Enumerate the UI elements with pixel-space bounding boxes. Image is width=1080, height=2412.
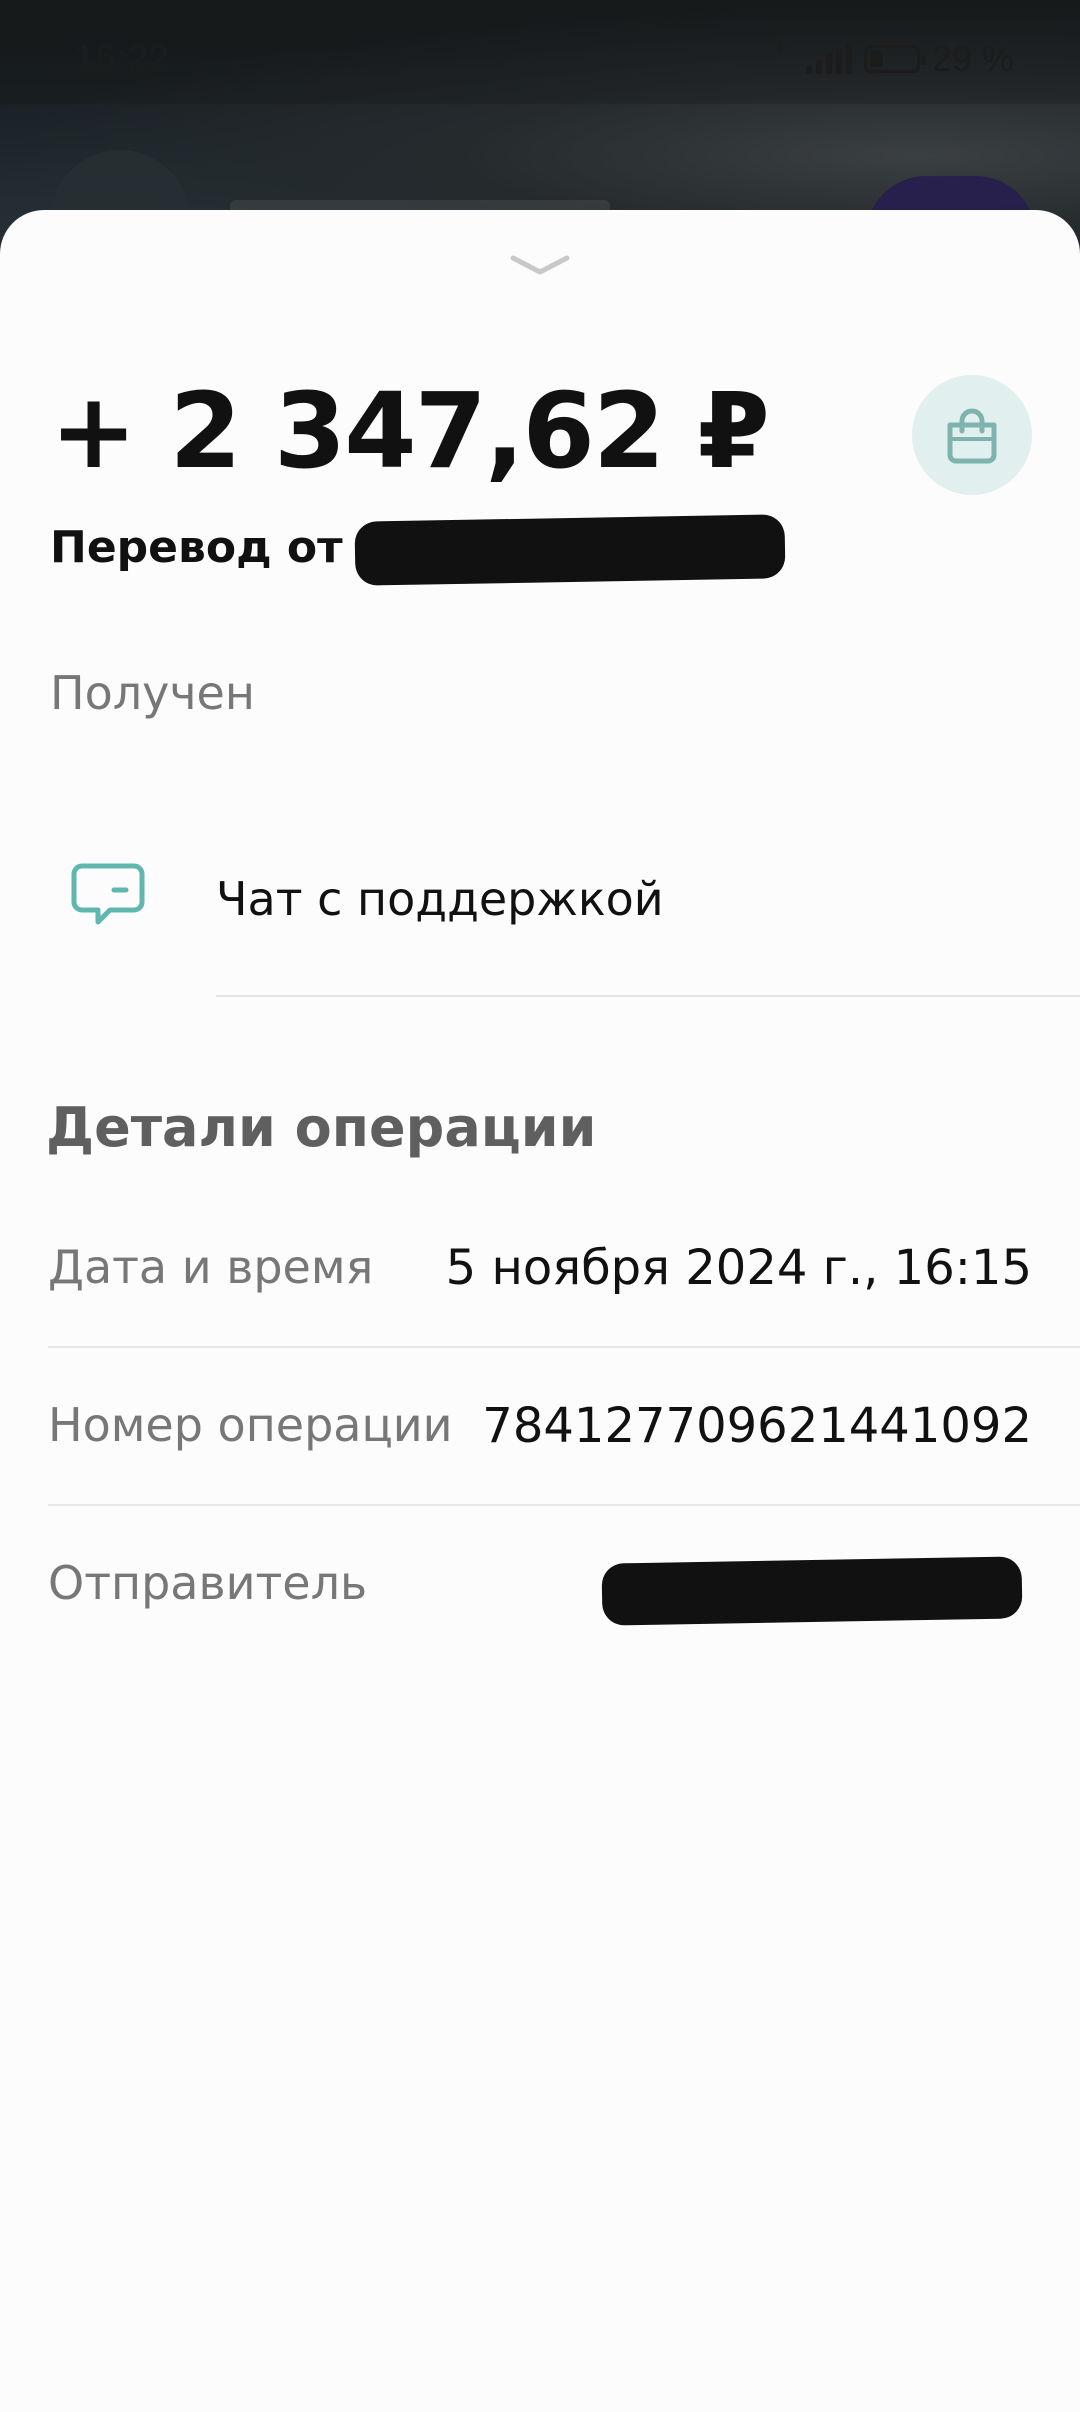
detail-value: 5 ноября 2024 г., 16:15: [445, 1240, 1032, 1296]
signal-icon: [805, 44, 852, 74]
details-title: Детали операции: [46, 1096, 597, 1159]
detail-label: Отправитель: [48, 1556, 368, 1610]
support-chat-row[interactable]: Чат с поддержкой: [0, 810, 1080, 1010]
detail-row-operation-number[interactable]: Номер операции 784127709621441092: [48, 1368, 1032, 1524]
status-bar: 16:22 4G 29 %: [0, 0, 1080, 104]
category-button[interactable]: [912, 375, 1032, 495]
support-chat-label: Чат с поддержкой: [216, 872, 664, 926]
network-type: 4G: [776, 41, 794, 57]
screen: 16:22 4G 29 % + 2 347,62 ₽ Перевод от По…: [0, 0, 1080, 2412]
redacted-sender-name: [354, 514, 786, 586]
divider: [48, 1346, 1080, 1348]
chat-bubble-icon: [71, 863, 145, 925]
divider: [216, 995, 1080, 997]
chevron-down-icon[interactable]: [509, 252, 571, 278]
detail-label: Дата и время: [48, 1240, 374, 1294]
operation-status: Получен: [50, 666, 255, 720]
detail-row-sender: Отправитель: [48, 1526, 1032, 1682]
status-time: 16:22: [74, 38, 170, 80]
detail-label: Номер операции: [48, 1398, 453, 1452]
divider: [48, 1504, 1080, 1506]
operation-subtitle: Перевод от: [50, 512, 786, 586]
subtitle-prefix: Перевод от: [50, 521, 343, 573]
battery-icon: [863, 45, 926, 73]
status-icons: 4G 29 %: [777, 38, 1014, 80]
redacted-sender: [601, 1556, 1023, 1626]
operation-amount: + 2 347,62 ₽: [50, 370, 770, 492]
detail-value[interactable]: 784127709621441092: [482, 1398, 1032, 1454]
detail-row-datetime: Дата и время 5 ноября 2024 г., 16:15: [48, 1210, 1032, 1366]
operation-sheet: + 2 347,62 ₽ Перевод от Получен Чат с по…: [0, 210, 1080, 2412]
battery-percent: 29 %: [931, 38, 1014, 79]
shopping-bag-icon: [947, 408, 997, 464]
